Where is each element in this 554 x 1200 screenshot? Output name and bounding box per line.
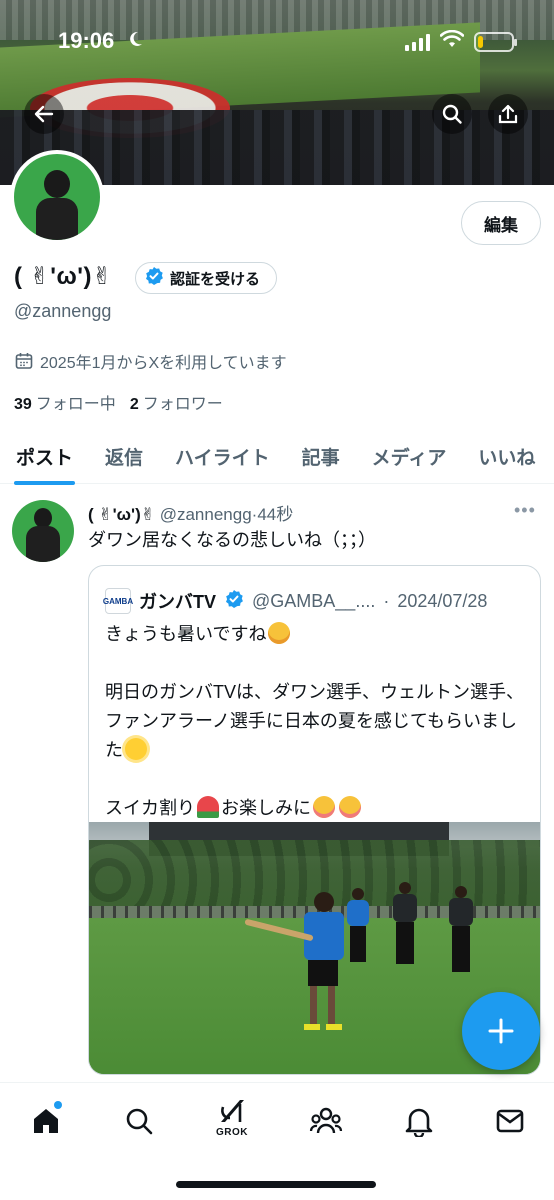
followers-count: 2 [129, 396, 139, 413]
gamba-logo-icon: GAMBA [103, 588, 133, 614]
follow-stats: 39 フォロー中 2 フォロワー [14, 390, 223, 414]
followers-label: フォロワー [142, 396, 223, 413]
nav-grok[interactable]: GROK [210, 1093, 254, 1145]
following-count: 39 [14, 396, 32, 413]
player-figure [447, 886, 475, 972]
status-time: 19:06 [58, 28, 115, 53]
quote-author-name: ガンバTV [139, 592, 217, 612]
status-icons [405, 29, 517, 53]
status-bar: 19:06 [0, 0, 554, 84]
post-time: 44秒 [257, 505, 294, 524]
watermelon-emoji-icon [197, 796, 219, 818]
tab-posts[interactable]: ポスト [0, 428, 89, 485]
wifi-icon [439, 29, 465, 53]
following-label: フォロー中 [35, 396, 116, 413]
compose-post-button[interactable] [462, 992, 540, 1070]
nav-communities[interactable] [304, 1099, 348, 1143]
verified-badge-icon [144, 266, 164, 290]
share-icon [498, 104, 518, 124]
bell-icon [405, 1108, 433, 1137]
player-figure [345, 888, 371, 962]
communities-icon [309, 1107, 343, 1134]
profile-handle: @zannengg [14, 301, 112, 321]
quote-header: GAMBA ガンバTV @GAMBA__.... · 2024/07/28 [103, 588, 488, 614]
mail-icon [496, 1109, 524, 1133]
followers-link[interactable]: 2 フォロワー [130, 390, 223, 414]
post-text: ダワン居なくなるの悲しいね（；；） [88, 530, 376, 550]
dizzy-face-emoji-icon [268, 622, 291, 644]
quote-line-3a: スイカ割り [105, 798, 195, 818]
quoted-post[interactable]: GAMBA ガンバTV @GAMBA__.... · 2024/07/28 きょうも… [88, 565, 541, 1075]
nav-search[interactable] [117, 1099, 161, 1143]
quote-text: きょうも暑いですね 明日のガンバTVは、ダワン選手、ウェルトン選手、ファンアラー… [105, 620, 525, 823]
calendar-icon [15, 353, 33, 369]
tab-likes[interactable]: いいね [462, 428, 551, 484]
smiling-hearts-emoji-icon [339, 796, 361, 818]
quote-date: 2024/07/28 [397, 590, 488, 611]
joined-date: 2025年1月からXを利用しています [14, 349, 287, 373]
search-button[interactable] [432, 94, 472, 134]
edit-profile-button[interactable]: 編集 [461, 201, 541, 245]
search-icon [126, 1108, 153, 1135]
post-header: ( ✌︎'ω')✌︎ @zannengg·44秒 [88, 505, 294, 524]
get-verified-button[interactable]: 認証を受ける [135, 262, 278, 294]
sun-emoji-icon [125, 738, 147, 760]
moon-icon [126, 30, 144, 53]
nav-notifications[interactable] [397, 1099, 441, 1143]
nav-messages[interactable] [488, 1099, 532, 1143]
profile-tabs: ポスト 返信 ハイライト 記事 メディア いいね [0, 428, 554, 485]
post-avatar[interactable] [12, 500, 74, 562]
post-author-name[interactable]: ( ✌︎'ω')✌︎ [88, 505, 155, 524]
joined-text: 2025年1月からXを利用しています [40, 355, 287, 372]
tab-highlights[interactable]: ハイライト [159, 428, 286, 484]
quote-author-handle: @GAMBA__.... [252, 590, 376, 611]
share-button[interactable] [488, 94, 528, 134]
arrow-left-icon [34, 105, 54, 123]
nav-home[interactable] [24, 1099, 68, 1143]
profile-avatar[interactable] [10, 150, 104, 244]
tab-media[interactable]: メディア [356, 428, 463, 484]
verified-badge-icon [224, 589, 244, 614]
display-name: ( ✌︎'ω')✌︎ [14, 263, 113, 290]
following-link[interactable]: 39 フォロー中 [14, 390, 116, 414]
grok-icon [221, 1100, 244, 1122]
search-icon [442, 104, 462, 124]
cellular-signal-icon [405, 33, 430, 51]
back-button[interactable] [24, 94, 64, 134]
post-author-handle: @zannengg [159, 505, 252, 524]
notification-dot [54, 1101, 62, 1109]
get-verified-label: 認証を受ける [170, 270, 261, 288]
more-options-icon[interactable]: ••• [514, 500, 538, 520]
battery-fill [478, 35, 483, 48]
home-icon [34, 1109, 58, 1133]
home-indicator [176, 1181, 376, 1188]
plus-icon [488, 1018, 514, 1044]
tab-articles[interactable]: 記事 [286, 428, 356, 484]
quote-line-2: 明日のガンバTVは、ダワン選手、ウェルトン選手、ファンアラーノ選手に日本の夏を感… [105, 682, 524, 760]
player-figure [391, 882, 419, 964]
grok-label: GROK [216, 1127, 248, 1138]
quote-line-1: きょうも暑いですね [105, 624, 267, 644]
battery-icon [474, 31, 517, 52]
avatar-person [36, 168, 78, 240]
tab-replies[interactable]: 返信 [89, 428, 159, 484]
smiling-hearts-emoji-icon [313, 796, 335, 818]
quote-line-3b: お楽しみに [221, 798, 311, 818]
